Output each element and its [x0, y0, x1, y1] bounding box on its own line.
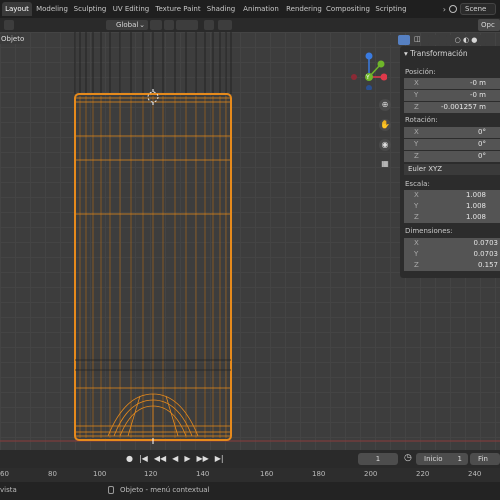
- tab-layout[interactable]: Layout: [2, 2, 32, 16]
- shading-dropdown[interactable]: [378, 35, 396, 45]
- scene-name-field[interactable]: Scene: [460, 3, 496, 15]
- ruler-tick: 120: [144, 470, 158, 478]
- overlay-toggle[interactable]: [398, 35, 410, 45]
- location-x-field[interactable]: X -0 m: [404, 78, 500, 89]
- xray-icon[interactable]: ◫: [414, 35, 424, 45]
- pan-hand-icon[interactable]: ✋: [379, 119, 391, 131]
- scale-x-field[interactable]: X 1.008: [404, 190, 500, 201]
- ruler-tick: 100: [93, 470, 107, 478]
- play-icon[interactable]: ▶: [184, 454, 190, 463]
- scene-selector[interactable]: › Scene: [443, 2, 500, 16]
- tab-animation[interactable]: Animation: [240, 2, 282, 16]
- camera-icon[interactable]: ◉: [379, 139, 391, 151]
- playback-buttons: ● |◀ ◀◀ ◀ ▶ ▶▶ ▶|: [126, 454, 224, 463]
- bottom-dome: [107, 393, 199, 437]
- scene-icon: [449, 5, 457, 13]
- status-context-text: Objeto - menú contextual: [120, 486, 210, 494]
- workspace-tabs-bar: Layout Modeling Sculpting UV Editing Tex…: [0, 0, 500, 18]
- jump-start-icon[interactable]: ●: [126, 454, 133, 463]
- status-left-text: vista: [0, 486, 17, 494]
- options-button[interactable]: Opc: [478, 19, 500, 31]
- timeline-ruler[interactable]: 60 80 100 120 140 160 180 200 220 240: [0, 468, 500, 482]
- scale-y-field[interactable]: Y 1.008: [404, 201, 500, 212]
- location-y-field[interactable]: Y -0 m: [404, 90, 500, 101]
- orientation-label: Global: [116, 21, 139, 29]
- location-z-field[interactable]: Z -0.001257 m: [404, 102, 500, 113]
- ruler-tick: 160: [260, 470, 274, 478]
- tab-rendering[interactable]: Rendering: [284, 2, 324, 16]
- viewport-shading-buttons[interactable]: ○ ◐ ●: [446, 35, 486, 45]
- panel-header[interactable]: ▾ Transformación: [404, 49, 468, 58]
- gizmo-toggle[interactable]: [428, 35, 440, 45]
- transform-orientation-dropdown[interactable]: Global ⌄: [106, 20, 148, 30]
- tab-compositing[interactable]: Compositing: [326, 2, 370, 16]
- tab-shading[interactable]: Shading: [204, 2, 238, 16]
- chevron-right-icon: ›: [442, 4, 446, 14]
- rotation-x-field[interactable]: X 0°: [404, 127, 500, 138]
- snap-target-dropdown[interactable]: [176, 20, 198, 30]
- falloff-icon[interactable]: [218, 20, 232, 30]
- scale-label: Escala:: [405, 180, 430, 188]
- tab-sculpting[interactable]: Sculpting: [72, 2, 108, 16]
- step-forward-icon[interactable]: ▶▶: [196, 454, 208, 463]
- dimensions-label: Dimensiones:: [405, 227, 453, 235]
- body-wires: [79, 96, 227, 438]
- snap-icon[interactable]: [164, 20, 174, 30]
- rotation-mode-dropdown[interactable]: Euler XYZ: [404, 164, 500, 175]
- ruler-tick: 200: [364, 470, 378, 478]
- end-frame-field[interactable]: Fin: [470, 453, 500, 465]
- ruler-tick: 220: [416, 470, 430, 478]
- mouse-right-icon: [108, 486, 114, 494]
- jump-end-icon[interactable]: ▶|: [215, 454, 224, 463]
- timeline-controls: ● |◀ ◀◀ ◀ ▶ ▶▶ ▶| 1 ◷ Inicio 1 Fin: [0, 450, 500, 468]
- dimension-z-field[interactable]: Z 0.157: [404, 260, 500, 271]
- gizmo-y-label: Y: [366, 74, 370, 81]
- scale-z-field[interactable]: Z 1.008: [404, 212, 500, 223]
- location-label: Posición:: [405, 68, 436, 76]
- rotation-label: Rotación:: [405, 116, 438, 124]
- dimension-x-field[interactable]: X 0.0703: [404, 238, 500, 249]
- viewport-header: Global ⌄ Opc: [0, 18, 500, 32]
- proportional-edit-icon[interactable]: [204, 20, 214, 30]
- navigation-gizmo[interactable]: [351, 50, 387, 90]
- dimension-y-field[interactable]: Y 0.0703: [404, 249, 500, 260]
- pivot-point-icon[interactable]: [150, 20, 162, 30]
- start-frame-field[interactable]: Inicio 1: [416, 453, 468, 465]
- zoom-icon[interactable]: ⊕: [379, 99, 391, 111]
- upper-wires: [74, 32, 232, 94]
- current-frame-field[interactable]: 1: [358, 453, 398, 465]
- step-back-icon[interactable]: ◀◀: [154, 454, 166, 463]
- jump-keyframe-back-icon[interactable]: |◀: [139, 454, 148, 463]
- ruler-tick: 180: [312, 470, 326, 478]
- tab-scripting[interactable]: Scripting: [372, 2, 410, 16]
- chevron-down-icon: ⌄: [139, 21, 145, 29]
- rotation-z-field[interactable]: Z 0°: [404, 151, 500, 162]
- ruler-tick: 80: [48, 470, 57, 478]
- tab-modeling[interactable]: Modeling: [34, 2, 70, 16]
- grid-view-icon[interactable]: ▦: [379, 158, 391, 170]
- ruler-tick: 140: [196, 470, 210, 478]
- status-bar: vista Objeto - menú contextual: [0, 482, 500, 500]
- play-reverse-icon[interactable]: ◀: [172, 454, 178, 463]
- editor-type-icon[interactable]: [4, 20, 14, 30]
- ruler-tick: 240: [468, 470, 482, 478]
- tab-texture-paint[interactable]: Texture Paint: [154, 2, 202, 16]
- rotation-y-field[interactable]: Y 0°: [404, 139, 500, 150]
- tab-uv-editing[interactable]: UV Editing: [110, 2, 152, 16]
- clock-icon[interactable]: ◷: [404, 453, 412, 463]
- ruler-tick: 60: [0, 470, 9, 478]
